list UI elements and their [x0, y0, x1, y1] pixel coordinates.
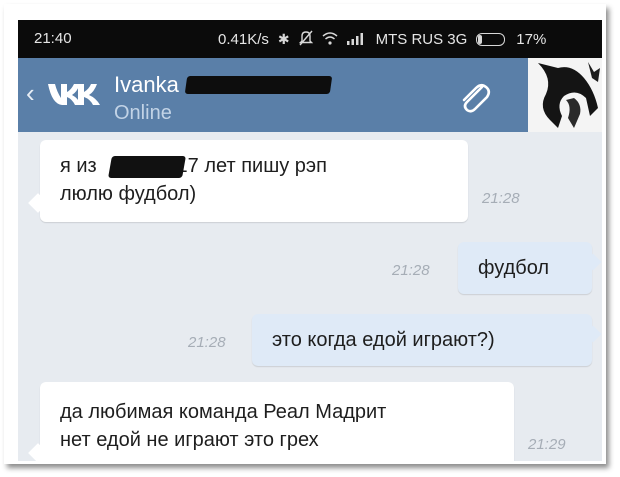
chat-header: ‹ Ivanka Online: [18, 58, 528, 132]
redacted-city: [108, 156, 186, 178]
paperclip-attach-icon[interactable]: [454, 78, 494, 118]
phone-screen: 21:40 0.41K/s ✱ MTS RUS 3G 17% ‹ Ivanka: [18, 20, 602, 461]
contact-avatar[interactable]: [528, 58, 602, 132]
network-speed: 0.41K/s: [218, 31, 269, 48]
message-timestamp: 21:29: [528, 436, 566, 453]
bluetooth-icon: ✱: [277, 31, 290, 47]
message-bubble-incoming[interactable]: я из а 17 лет пишу рэп люлю фудбол): [40, 140, 468, 222]
message-timestamp: 21:28: [392, 262, 430, 279]
battery-icon: [476, 33, 506, 46]
status-right-group: 0.41K/s ✱ MTS RUS 3G 17%: [218, 30, 546, 49]
carrier-name: MTS RUS 3G: [375, 31, 468, 48]
status-bar: 21:40 0.41K/s ✱ MTS RUS 3G 17%: [18, 20, 602, 58]
status-time: 21:40: [34, 30, 72, 47]
message-timestamp: 21:28: [188, 334, 226, 351]
battery-percent: 17%: [516, 31, 547, 48]
message-bubble-incoming[interactable]: да любимая команда Реал Мадрит нет едой …: [40, 382, 514, 461]
wifi-icon: [322, 31, 338, 48]
vk-logo-icon: [48, 84, 100, 105]
message-text: это когда едой играют?): [272, 329, 495, 351]
message-text: да любимая команда Реал Мадрит нет едой …: [60, 401, 387, 451]
message-timestamp: 21:28: [482, 190, 520, 207]
message-text-part1: я из: [60, 155, 97, 177]
redacted-surname: [184, 76, 333, 94]
back-chevron-icon[interactable]: ‹: [26, 80, 35, 106]
contact-status: Online: [114, 102, 172, 124]
message-text: фудбол: [478, 257, 550, 279]
message-text-line2: люлю фудбол): [60, 183, 197, 205]
message-bubble-outgoing[interactable]: это когда едой играют?): [252, 314, 592, 366]
mute-icon: [298, 30, 313, 49]
signal-icon: [346, 32, 367, 48]
contact-name[interactable]: Ivanka: [114, 72, 179, 98]
message-bubble-outgoing[interactable]: фудбол: [458, 242, 592, 294]
